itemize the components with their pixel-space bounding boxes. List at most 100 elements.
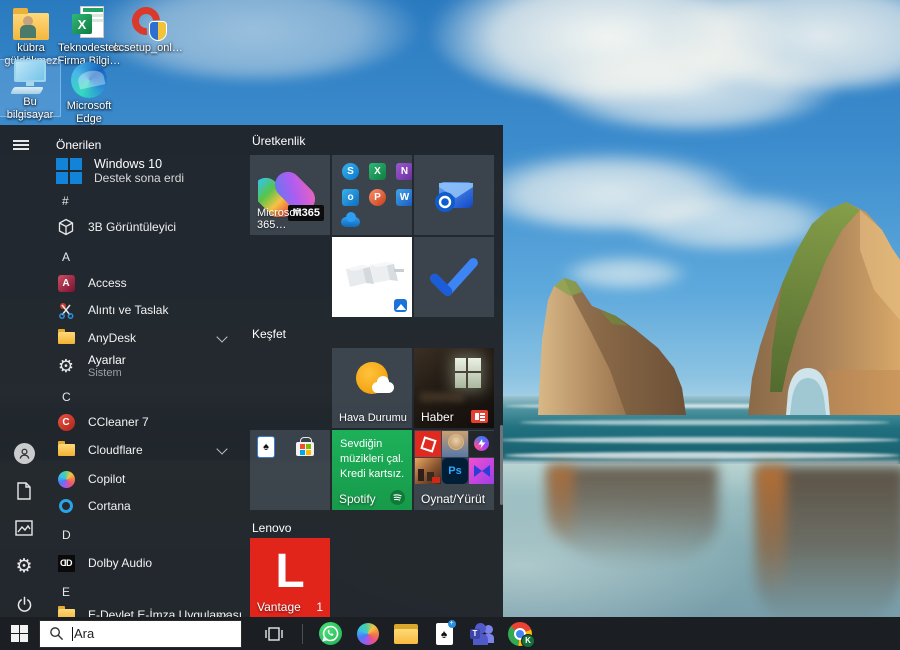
taskbar-file-explorer[interactable] xyxy=(387,617,425,650)
snip-sketch-icon xyxy=(56,300,76,320)
section-letter[interactable]: A xyxy=(62,250,70,264)
taskbar-teams[interactable]: T xyxy=(463,617,501,650)
tile-lenovo-vantage[interactable]: L Vantage 1 xyxy=(250,538,330,617)
excel-file-icon: X xyxy=(72,0,106,40)
desktop-icon-user-folder[interactable]: kübra güldökmez xyxy=(1,0,61,68)
taskbar-search-input[interactable]: Ara xyxy=(39,620,242,648)
section-letter[interactable]: # xyxy=(62,194,69,208)
user-folder-icon xyxy=(13,0,49,40)
todo-check-icon xyxy=(429,257,479,297)
whatsapp-icon xyxy=(319,622,342,645)
tile-group-header[interactable]: Lenovo xyxy=(252,521,291,535)
word-icon: W xyxy=(396,189,412,206)
banner-subtitle: Destek sona erdi xyxy=(94,171,184,185)
windows-logo-icon xyxy=(11,625,28,642)
tile-play-group[interactable]: Ps Oynat/Yürüt xyxy=(414,430,494,510)
ccleaner-setup-icon xyxy=(130,0,166,40)
sea-foam xyxy=(505,452,900,459)
folder-item-edevlet[interactable]: E-Devlet E-İmza Uygulaması xyxy=(48,602,248,617)
menu-hamburger-icon[interactable] xyxy=(13,135,35,160)
app-item-cortana[interactable]: Cortana xyxy=(48,493,248,519)
folder-item-cloudflare[interactable]: Cloudflare xyxy=(48,437,248,463)
tile-weather[interactable]: Hava Durumu xyxy=(332,348,412,428)
taskbar-whatsapp[interactable] xyxy=(311,617,349,650)
solitaire-mini-icon[interactable]: ♠ xyxy=(258,437,274,457)
tile-microsoft-365[interactable]: M365 Microsoft 365… xyxy=(250,155,330,235)
user-avatar[interactable] xyxy=(13,442,35,464)
start-menu-tiles: Üretkenlik M365 Microsoft 365… S xyxy=(248,125,503,617)
ccleaner-icon: C xyxy=(56,412,76,432)
app-item-ccleaner[interactable]: C CCleaner 7 xyxy=(48,409,248,435)
taskbar-solitaire[interactable]: ♠ + xyxy=(425,617,463,650)
solitaire-icon: ♠ + xyxy=(436,623,453,645)
onenote-icon: N xyxy=(396,163,412,180)
tile-photos[interactable] xyxy=(332,237,412,317)
spotify-promo-text: Sevdiğin müzikleri çal. Kredi kartsız. xyxy=(340,437,406,482)
section-letter[interactable]: E xyxy=(62,585,70,599)
store-mini-icon[interactable] xyxy=(296,437,314,457)
news-app-badge-icon xyxy=(471,410,488,423)
weather-cloud-icon xyxy=(377,376,389,388)
photoshop-icon: Ps xyxy=(442,458,468,484)
folder-item-anydesk[interactable]: AnyDesk xyxy=(48,325,248,351)
roblox-icon xyxy=(415,431,441,457)
desktop-icon-edge[interactable]: Microsoft Edge xyxy=(59,60,119,126)
outlook-icon xyxy=(431,174,477,216)
app-item-3d-viewer[interactable]: 3B Görüntüleyici xyxy=(48,214,248,240)
tile-office-group[interactable]: S X N o P W xyxy=(332,155,412,235)
task-view-button[interactable] xyxy=(254,617,294,650)
section-letter[interactable]: D xyxy=(62,528,71,542)
dolby-icon: DD xyxy=(56,553,76,573)
section-letter[interactable]: C xyxy=(62,390,71,404)
app-item-dolby[interactable]: DD Dolby Audio xyxy=(48,550,248,576)
settings-gear-icon[interactable]: ⚙ xyxy=(13,555,35,577)
start-button[interactable] xyxy=(0,617,39,650)
skype-icon: S xyxy=(342,163,359,180)
tile-news[interactable]: Haber xyxy=(414,348,494,428)
desktop-icon-excel-file[interactable]: X Teknodestek Firma Bilgi… xyxy=(57,0,121,68)
chevron-down-icon[interactable] xyxy=(216,331,227,342)
start-menu-app-list: Önerilen Windows 10 Destek sona erdi # 3… xyxy=(48,125,248,617)
edge-icon xyxy=(71,60,107,98)
documents-icon[interactable] xyxy=(13,480,35,502)
file-explorer-icon xyxy=(394,624,418,644)
tile-group-header[interactable]: Keşfet xyxy=(252,327,286,341)
photos-live-photo xyxy=(340,257,404,293)
copilot-icon xyxy=(357,623,379,645)
pictures-icon[interactable] xyxy=(13,517,35,539)
chevron-down-icon[interactable] xyxy=(216,443,227,454)
app-item-copilot[interactable]: Copilot xyxy=(48,466,248,492)
tile-spotify[interactable]: Sevdiğin müzikleri çal. Kredi kartsız. S… xyxy=(332,430,412,510)
chrome-icon: K xyxy=(508,622,532,646)
tile-outlook[interactable] xyxy=(414,155,494,235)
power-icon[interactable] xyxy=(13,593,35,615)
taskbar-chrome[interactable]: K xyxy=(501,617,539,650)
text-caret xyxy=(72,627,73,641)
folder-icon xyxy=(56,440,76,460)
onedrive-icon xyxy=(341,211,360,227)
desktop-icon-ccleaner-setup[interactable]: ccsetup_onl… xyxy=(116,0,180,55)
desktop-icon-label: ccsetup_onl… xyxy=(113,42,183,55)
windows10-banner[interactable]: Windows 10 Destek sona erdi xyxy=(48,153,248,189)
3d-viewer-icon xyxy=(56,217,76,237)
settings-gear-icon: ⚙ xyxy=(56,356,76,376)
desktop-icon-label: Bu bilgisayar xyxy=(0,96,60,122)
start-menu-rail: ⚙ xyxy=(0,125,48,617)
access-icon: A xyxy=(56,273,76,293)
tiles-scrollbar[interactable] xyxy=(500,425,503,505)
tile-group-header[interactable]: Üretkenlik xyxy=(252,134,305,148)
tile-mini-group[interactable]: ♠ xyxy=(250,430,330,510)
taskbar-copilot[interactable] xyxy=(349,617,387,650)
desktop-icon-this-pc[interactable]: Bu bilgisayar xyxy=(0,60,60,116)
rock-reflection-highlight xyxy=(548,466,574,546)
app-item-settings[interactable]: ⚙ Ayarlar Sistem xyxy=(48,349,248,383)
chrome-profile-badge: K xyxy=(521,634,535,648)
app-item-snip-sketch[interactable]: Alıntı ve Taslak xyxy=(48,297,248,323)
app-item-access[interactable]: A Access xyxy=(48,270,248,296)
recommended-header: Önerilen xyxy=(56,138,101,152)
tile-todo[interactable] xyxy=(414,237,494,317)
taskbar-separator xyxy=(302,624,303,644)
windows-logo-icon xyxy=(56,158,82,184)
search-icon xyxy=(49,626,64,641)
banner-title: Windows 10 xyxy=(94,157,184,171)
